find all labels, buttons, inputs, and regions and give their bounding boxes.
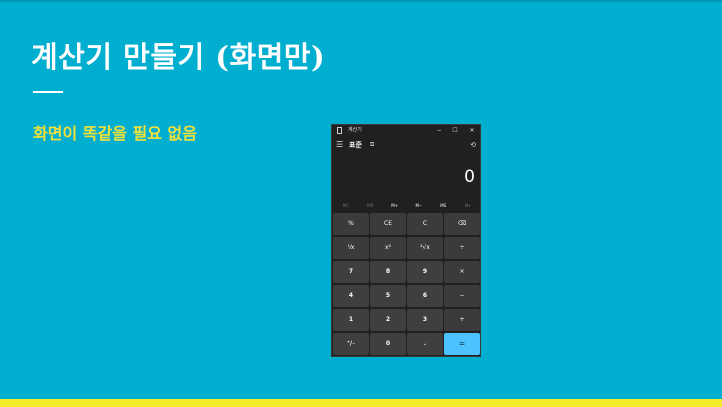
digit-0-key[interactable]: 0 [370, 333, 406, 355]
calculator-app-icon [337, 127, 342, 134]
memory-list-button[interactable]: M▾ [456, 201, 480, 211]
reciprocal-key[interactable]: ⅟x [333, 237, 369, 259]
multiply-key[interactable]: × [444, 261, 480, 283]
minimize-button[interactable]: − [432, 125, 446, 137]
digit-6-key[interactable]: 6 [407, 285, 443, 307]
calculator-display: 0 [464, 167, 475, 187]
digit-3-key[interactable]: 3 [407, 309, 443, 331]
calculator-titlebar[interactable]: 계산기 − ☐ ✕ [332, 125, 480, 137]
memory-store-button[interactable]: MS [431, 201, 455, 211]
digit-9-key[interactable]: 9 [407, 261, 443, 283]
memory-add-button[interactable]: M+ [383, 201, 407, 211]
decimal-key[interactable]: . [407, 333, 443, 355]
divide-key[interactable]: ÷ [444, 237, 480, 259]
memory-clear-button[interactable]: MC [334, 201, 358, 211]
calculator-mode-title: 표준 [349, 141, 362, 149]
slide-title: 계산기 만들기 (화면만) [31, 40, 326, 74]
memory-subtract-button[interactable]: M− [407, 201, 431, 211]
maximize-button[interactable]: ☐ [448, 125, 462, 137]
digit-2-key[interactable]: 2 [370, 309, 406, 331]
backspace-key[interactable]: ⌫ [444, 213, 480, 235]
negate-key[interactable]: ⁺∕₋ [333, 333, 369, 355]
digit-5-key[interactable]: 5 [370, 285, 406, 307]
subtract-key[interactable]: − [444, 285, 480, 307]
window-title: 계산기 [348, 127, 362, 133]
close-button[interactable]: ✕ [465, 125, 479, 137]
calculator-window: 계산기 − ☐ ✕ ☰ 표준 ⧉ ⟲ 0 MC MR M+ M− MS M▾ % CE C ⌫ ⅟… [331, 124, 481, 357]
hamburger-menu-icon[interactable]: ☰ [336, 140, 343, 150]
square-root-key[interactable]: ²√x [407, 237, 443, 259]
digit-4-key[interactable]: 4 [333, 285, 369, 307]
calculator-header: ☰ 표준 ⧉ ⟲ [332, 138, 480, 152]
memory-recall-button[interactable]: MR [358, 201, 382, 211]
keep-on-top-icon[interactable]: ⧉ [370, 140, 374, 150]
digit-7-key[interactable]: 7 [333, 261, 369, 283]
clear-key[interactable]: C [407, 213, 443, 235]
percent-key[interactable]: % [333, 213, 369, 235]
add-key[interactable]: + [444, 309, 480, 331]
slide-top-border [0, 0, 722, 2]
digit-1-key[interactable]: 1 [333, 309, 369, 331]
history-icon[interactable]: ⟲ [470, 140, 476, 150]
slide-bottom-bar [0, 399, 722, 407]
memory-row: MC MR M+ M− MS M▾ [332, 201, 480, 211]
title-underline [33, 91, 63, 93]
slide: 계산기 만들기 (화면만) 화면이 똑같을 필요 없음 계산기 − ☐ ✕ ☰ … [0, 0, 722, 407]
clear-entry-key[interactable]: CE [370, 213, 406, 235]
slide-bullet-text: 화면이 똑같을 필요 없음 [33, 124, 197, 143]
digit-8-key[interactable]: 8 [370, 261, 406, 283]
equals-key[interactable]: = [444, 333, 480, 355]
square-key[interactable]: x² [370, 237, 406, 259]
